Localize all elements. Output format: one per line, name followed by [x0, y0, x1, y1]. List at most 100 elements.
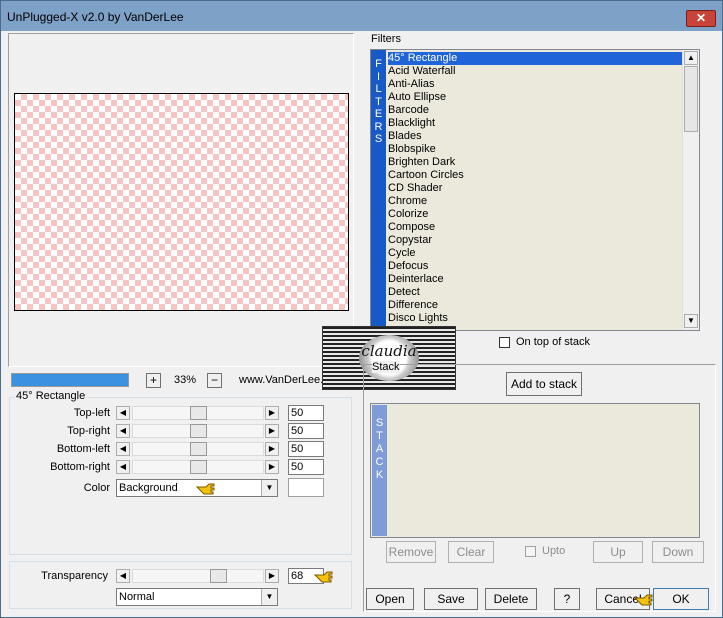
params-group-label: 45° Rectangle	[14, 390, 88, 402]
strip-letter: C	[375, 456, 384, 468]
arrow-right-icon[interactable]: ▶	[265, 569, 279, 583]
slider-label: Top-right	[67, 425, 110, 437]
zoom-out-button[interactable]: −	[207, 373, 222, 388]
arrow-left-icon[interactable]: ◀	[116, 406, 130, 420]
filter-item[interactable]: Difference	[388, 299, 438, 312]
pointing-hand-icon	[195, 483, 215, 495]
filter-item[interactable]: Brighten Dark	[388, 156, 455, 169]
arrow-left-icon[interactable]: ◀	[116, 460, 130, 474]
remove-button[interactable]: Remove	[386, 541, 436, 563]
up-button[interactable]: Up	[593, 541, 643, 563]
transparency-thumb[interactable]	[210, 569, 227, 583]
arrow-left-icon[interactable]: ◀	[116, 424, 130, 438]
strip-letter: L	[375, 83, 382, 95]
chevron-down-icon[interactable]: ▼	[261, 589, 277, 605]
stack-strip: S T A C K	[372, 405, 387, 536]
arrow-left-icon[interactable]: ◀	[116, 442, 130, 456]
slider-label: Bottom-left	[56, 443, 110, 455]
client-area: Filters F I L T E R S 45° Rectangle Acid …	[8, 33, 716, 612]
title-bar[interactable]: UnPlugged-X v2.0 by VanDerLee ✕	[1, 1, 722, 31]
pointing-hand-icon	[313, 571, 333, 583]
zoom-percent: 33%	[174, 374, 197, 386]
filter-item[interactable]: Colorize	[388, 208, 428, 221]
filter-item[interactable]: 45° Rectangle	[388, 52, 682, 65]
filter-item[interactable]: Cartoon Circles	[388, 169, 464, 182]
ok-button[interactable]: OK	[653, 588, 709, 610]
plugin-window: UnPlugged-X v2.0 by VanDerLee ✕ Filters …	[0, 0, 723, 618]
watermark-text: claudia	[361, 342, 417, 360]
filter-item[interactable]: Deinterlace	[388, 273, 444, 286]
delete-button[interactable]: Delete	[485, 588, 537, 610]
close-icon: ✕	[695, 11, 707, 25]
scroll-up-icon[interactable]: ▲	[684, 51, 698, 65]
filter-item[interactable]: Cycle	[388, 247, 416, 260]
close-button[interactable]: ✕	[686, 10, 716, 27]
filter-item[interactable]: Anti-Alias	[388, 78, 434, 91]
preview-image[interactable]	[14, 93, 349, 311]
slider-thumb[interactable]	[190, 406, 207, 420]
arrow-right-icon[interactable]: ▶	[265, 424, 279, 438]
filter-item[interactable]: Acid Waterfall	[388, 65, 455, 78]
filter-item[interactable]: Chrome	[388, 195, 427, 208]
color-label: Color	[83, 482, 110, 494]
filter-item[interactable]: Disco Lights	[388, 312, 448, 325]
strip-letter: T	[376, 430, 383, 442]
zoom-in-button[interactable]: +	[146, 373, 161, 388]
slider-label: Top-left	[73, 407, 110, 419]
upto-checkbox[interactable]	[525, 546, 536, 557]
upto-label: Upto	[542, 545, 566, 557]
clear-button[interactable]: Clear	[448, 541, 494, 563]
blend-mode-value: Normal	[119, 591, 155, 603]
filter-item[interactable]: Auto Ellipse	[388, 91, 446, 104]
on-top-checkbox[interactable]	[499, 337, 510, 348]
down-button[interactable]: Down	[652, 541, 704, 563]
filter-item[interactable]: Blobspike	[388, 143, 436, 156]
scroll-down-icon[interactable]: ▼	[684, 314, 698, 328]
window-title: UnPlugged-X v2.0 by VanDerLee	[7, 10, 184, 24]
scroll-thumb[interactable]	[684, 66, 698, 132]
filters-strip: F I L T E R S	[371, 50, 386, 330]
slider-value-field[interactable]: 50	[288, 423, 324, 439]
strip-letter: I	[376, 70, 381, 83]
stack-list[interactable]: S T A C K	[370, 403, 700, 538]
pointing-hand-icon	[633, 594, 653, 606]
filter-scrollbar[interactable]: ▲ ▼	[682, 50, 699, 330]
strip-letter: S	[375, 417, 384, 429]
slider-thumb[interactable]	[190, 442, 207, 456]
filter-item[interactable]: Barcode	[388, 104, 429, 117]
blend-mode-select[interactable]: Normal ▼	[116, 588, 278, 606]
filter-item[interactable]: CD Shader	[388, 182, 442, 195]
arrow-right-icon[interactable]: ▶	[265, 406, 279, 420]
filter-list[interactable]: F I L T E R S 45° Rectangle Acid Waterfal…	[370, 49, 700, 337]
filter-item[interactable]: Copystar	[388, 234, 432, 247]
slider-value-field[interactable]: 50	[288, 441, 324, 457]
color-swatch[interactable]	[288, 478, 324, 497]
filter-item[interactable]: Defocus	[388, 260, 428, 273]
arrow-right-icon[interactable]: ▶	[265, 442, 279, 456]
open-button[interactable]: Open	[366, 588, 414, 610]
filter-item[interactable]: Compose	[388, 221, 435, 234]
slider-value-field[interactable]: 50	[288, 459, 324, 475]
slider-value-field[interactable]: 50	[288, 405, 324, 421]
filter-item[interactable]: Blacklight	[388, 117, 435, 130]
slider-thumb[interactable]	[190, 460, 207, 474]
slider-thumb[interactable]	[190, 424, 207, 438]
strip-letter: E	[374, 108, 383, 120]
render-progress-bar	[11, 373, 129, 387]
filter-item[interactable]: Blades	[388, 130, 422, 143]
strip-letter: S	[374, 133, 383, 145]
add-to-stack-button[interactable]: Add to stack	[506, 372, 582, 396]
arrow-left-icon[interactable]: ◀	[116, 569, 130, 583]
slider-label: Bottom-right	[50, 461, 110, 473]
help-button[interactable]: ?	[554, 588, 580, 610]
filters-group-label: Filters	[371, 33, 401, 45]
arrow-right-icon[interactable]: ▶	[265, 460, 279, 474]
chevron-down-icon[interactable]: ▼	[261, 480, 277, 496]
strip-letter: F	[375, 58, 382, 70]
strip-letter: T	[375, 95, 382, 108]
on-top-label: On top of stack	[516, 336, 590, 348]
filter-item[interactable]: Detect	[388, 286, 420, 299]
color-select-value: Background	[119, 482, 178, 494]
transparency-track[interactable]	[132, 569, 264, 583]
save-button[interactable]: Save	[424, 588, 478, 610]
